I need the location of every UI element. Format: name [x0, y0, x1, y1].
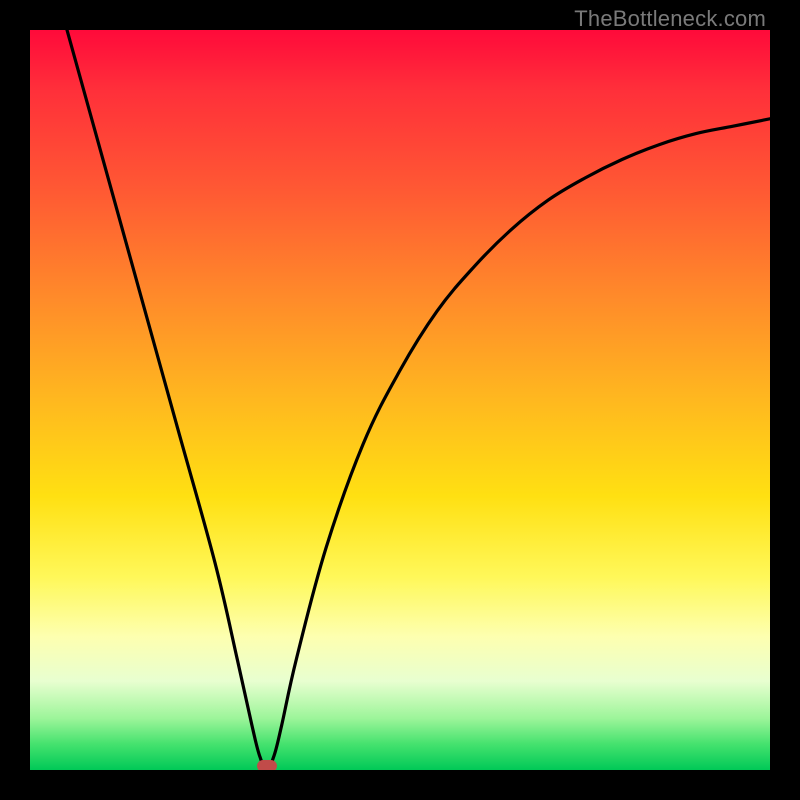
minimum-marker	[257, 760, 277, 770]
bottleneck-curve	[30, 30, 770, 770]
chart-frame: TheBottleneck.com	[0, 0, 800, 800]
watermark-text: TheBottleneck.com	[574, 6, 766, 32]
plot-area	[30, 30, 770, 770]
